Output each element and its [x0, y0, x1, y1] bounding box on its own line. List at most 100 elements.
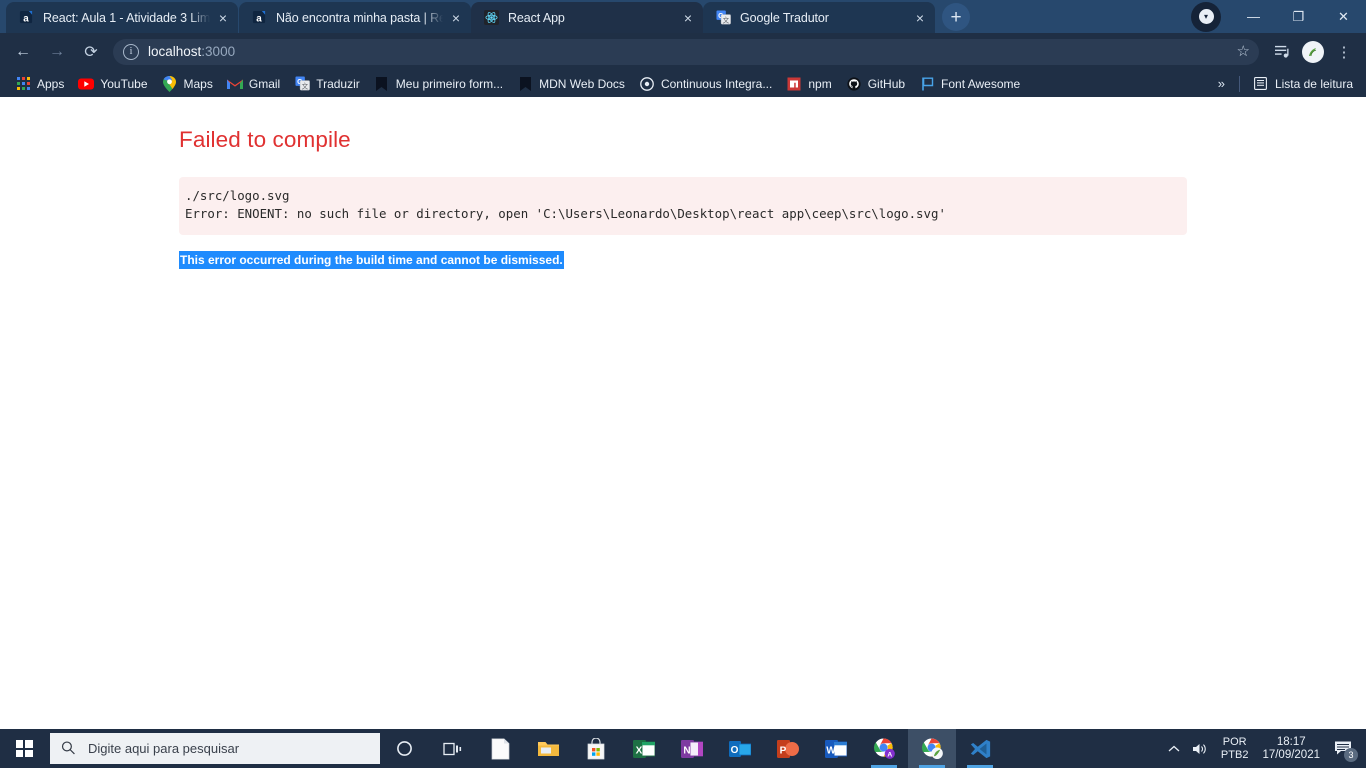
- bookmark-meu-primeiro-form[interactable]: Meu primeiro form...: [367, 73, 510, 94]
- browser-window: a React: Aula 1 - Atividade 3 Limpa × a …: [0, 0, 1366, 729]
- browser-tab-3-active[interactable]: React App ×: [471, 2, 703, 33]
- google-translate-icon: G 文: [294, 76, 310, 92]
- svg-text:X: X: [636, 745, 643, 756]
- taskbar-app-outlook[interactable]: O: [716, 729, 764, 768]
- browser-tab-1[interactable]: a React: Aula 1 - Atividade 3 Limpa ×: [6, 2, 238, 33]
- bookmark-youtube[interactable]: YouTube: [71, 73, 154, 94]
- page-viewport: Failed to compile ./src/logo.svg Error: …: [0, 97, 1366, 729]
- taskbar-app-onenote[interactable]: N: [668, 729, 716, 768]
- language-line-2: PTB2: [1220, 748, 1249, 761]
- bookmark-star-icon[interactable]: ☆: [1237, 42, 1250, 60]
- bookmark-apps[interactable]: Apps: [8, 73, 71, 94]
- taskbar-app-file-explorer[interactable]: [524, 729, 572, 768]
- window-controls: ▾ — ❐ ✕: [1191, 0, 1366, 33]
- bookmark-gmail[interactable]: Gmail: [220, 73, 287, 94]
- system-tray: POR PTB2 18:17 17/09/2021 3: [1161, 729, 1366, 768]
- cortana-button[interactable]: [380, 729, 428, 768]
- bookmarks-overflow-button[interactable]: »: [1210, 76, 1233, 91]
- taskbar-app-chrome-profile-a[interactable]: A: [860, 729, 908, 768]
- bookmark-page-icon: [517, 76, 533, 92]
- bookmark-label: Maps: [183, 76, 213, 91]
- bookmarks-bar-right: » Lista de leitura: [1210, 70, 1360, 97]
- reading-list-icon: [1253, 76, 1269, 92]
- taskbar-app-microsoft-store[interactable]: [572, 729, 620, 768]
- profile-avatar[interactable]: [1302, 40, 1324, 63]
- media-control-icon[interactable]: [1268, 38, 1296, 66]
- tab-title: Google Tradutor: [740, 10, 829, 25]
- chrome-menu-icon[interactable]: ⋮: [1330, 38, 1358, 66]
- close-window-button[interactable]: ✕: [1321, 0, 1366, 33]
- browser-tab-4[interactable]: G 文 Google Tradutor ×: [703, 2, 935, 33]
- clock-time: 18:17: [1276, 735, 1306, 748]
- svg-text:A: A: [887, 752, 892, 759]
- tab-close-icon[interactable]: ×: [214, 9, 232, 27]
- tab-close-icon[interactable]: ×: [911, 9, 929, 27]
- show-hidden-icons-button[interactable]: [1161, 729, 1187, 768]
- tab-close-icon[interactable]: ×: [447, 9, 465, 27]
- bookmark-label: Traduzir: [316, 76, 360, 91]
- url-port: :3000: [201, 44, 236, 59]
- taskbar-app-notepad[interactable]: [476, 729, 524, 768]
- bookmark-label: Meu primeiro form...: [395, 76, 504, 91]
- address-bar-url: localhost:3000: [148, 44, 235, 59]
- bookmark-npm[interactable]: npm: [779, 73, 838, 94]
- back-button[interactable]: ←: [8, 37, 38, 67]
- bookmark-github[interactable]: GitHub: [839, 73, 912, 94]
- bookmark-font-awesome[interactable]: Font Awesome: [912, 73, 1027, 94]
- windows-taskbar: Digite aqui para pesquisar X N O P W A P…: [0, 729, 1366, 768]
- github-icon: [846, 76, 862, 92]
- volume-icon[interactable]: [1187, 729, 1213, 768]
- gmail-icon: [226, 76, 243, 92]
- language-indicator[interactable]: POR PTB2: [1213, 736, 1257, 762]
- clock[interactable]: 18:17 17/09/2021: [1256, 736, 1326, 762]
- browser-tab-2[interactable]: a Não encontra minha pasta | Reac ×: [239, 2, 471, 33]
- forward-button[interactable]: →: [42, 37, 72, 67]
- address-bar[interactable]: i localhost:3000 ☆: [113, 38, 1259, 65]
- bookmark-continuous-integration[interactable]: Continuous Integra...: [632, 73, 779, 94]
- bookmark-maps[interactable]: Maps: [155, 73, 220, 94]
- bookmark-label: Gmail: [248, 76, 281, 91]
- maximize-button[interactable]: ❐: [1276, 0, 1321, 33]
- bookmark-label: Apps: [37, 76, 65, 91]
- minimize-button[interactable]: —: [1231, 0, 1276, 33]
- taskbar-search-input[interactable]: Digite aqui para pesquisar: [50, 733, 380, 764]
- svg-text:P: P: [780, 745, 787, 756]
- search-icon: [58, 737, 81, 760]
- divider: [1238, 75, 1240, 92]
- taskbar-app-vscode[interactable]: [956, 729, 1004, 768]
- taskbar-app-word[interactable]: W: [812, 729, 860, 768]
- start-button[interactable]: [0, 729, 48, 768]
- svg-text:文: 文: [301, 81, 308, 90]
- bookmark-page-icon: [374, 76, 390, 92]
- bookmarks-bar: Apps YouTube Maps Gmail 文 Traduzir Meu p…: [0, 70, 1366, 97]
- svg-text:N: N: [683, 745, 690, 756]
- font-awesome-icon: [919, 76, 935, 92]
- bookmark-traduzir[interactable]: G 文 Traduzir: [287, 73, 367, 94]
- svg-text:W: W: [826, 745, 836, 756]
- language-line-1: POR: [1222, 735, 1247, 748]
- reading-list-button[interactable]: Lista de leitura: [1246, 73, 1360, 94]
- reload-button[interactable]: ⟳: [76, 37, 106, 67]
- taskbar-app-chrome-profile-plant[interactable]: [908, 729, 956, 768]
- bookmark-mdn-web-docs[interactable]: MDN Web Docs: [510, 73, 632, 94]
- alura-a-icon: a: [251, 10, 267, 26]
- site-info-icon[interactable]: i: [123, 43, 139, 60]
- bookmark-label: MDN Web Docs: [539, 76, 625, 91]
- error-note-selected-text: This error occurred during the build tim…: [179, 251, 564, 269]
- profile-chip-button[interactable]: ▾: [1191, 1, 1221, 32]
- new-tab-button[interactable]: +: [942, 3, 970, 31]
- alura-a-icon: a: [18, 10, 34, 26]
- apps-grid-icon: [15, 76, 31, 92]
- tab-title: React App: [508, 10, 565, 25]
- windows-logo-icon: [15, 740, 33, 757]
- svg-text:a: a: [256, 13, 262, 24]
- taskbar-app-powerpoint[interactable]: P: [764, 729, 812, 768]
- chevron-down-icon: ▾: [1198, 9, 1214, 24]
- taskbar-app-excel[interactable]: X: [620, 729, 668, 768]
- notification-center-button[interactable]: 3: [1326, 729, 1360, 768]
- task-view-button[interactable]: [428, 729, 476, 768]
- bookmark-label: YouTube: [100, 76, 148, 91]
- react-logo-icon: [483, 10, 499, 26]
- tab-close-icon[interactable]: ×: [679, 9, 697, 27]
- bookmark-label: Continuous Integra...: [660, 76, 773, 91]
